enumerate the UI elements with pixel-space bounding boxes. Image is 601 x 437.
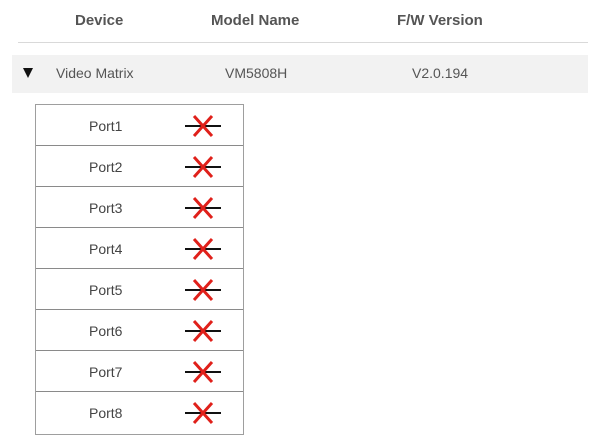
disconnected-icon xyxy=(185,278,221,302)
device-name: Video Matrix xyxy=(56,65,134,81)
model-name: VM5808H xyxy=(225,65,288,81)
port-list: Port1 Port2 Port3 Port4 Port5 Port6 Port… xyxy=(35,104,244,435)
disconnected-icon xyxy=(185,360,221,384)
disconnected-icon xyxy=(185,401,221,425)
port-label: Port2 xyxy=(89,159,123,175)
port-row: Port8 xyxy=(36,392,243,433)
header-device: Device xyxy=(75,12,124,29)
disconnected-icon xyxy=(185,114,221,138)
port-label: Port1 xyxy=(89,118,123,134)
expand-triangle-icon[interactable] xyxy=(23,68,33,78)
port-label: Port8 xyxy=(89,405,123,421)
disconnected-icon xyxy=(185,237,221,261)
header-model-name: Model Name xyxy=(211,12,300,29)
port-row: Port1 xyxy=(36,105,243,146)
port-label: Port7 xyxy=(89,364,123,380)
device-row-video-matrix[interactable]: Video Matrix VM5808H V2.0.194 xyxy=(12,55,588,93)
port-row: Port5 xyxy=(36,269,243,310)
header-fw-version: F/W Version xyxy=(397,12,483,29)
port-row: Port6 xyxy=(36,310,243,351)
disconnected-icon xyxy=(185,319,221,343)
port-row: Port2 xyxy=(36,146,243,187)
port-label: Port5 xyxy=(89,282,123,298)
disconnected-icon xyxy=(185,155,221,179)
port-label: Port3 xyxy=(89,200,123,216)
port-label: Port6 xyxy=(89,323,123,339)
table-header: Device Model Name F/W Version xyxy=(18,0,588,43)
port-row: Port3 xyxy=(36,187,243,228)
port-row: Port7 xyxy=(36,351,243,392)
fw-version: V2.0.194 xyxy=(412,65,469,81)
port-label: Port4 xyxy=(89,241,123,257)
disconnected-icon xyxy=(185,196,221,220)
port-row: Port4 xyxy=(36,228,243,269)
